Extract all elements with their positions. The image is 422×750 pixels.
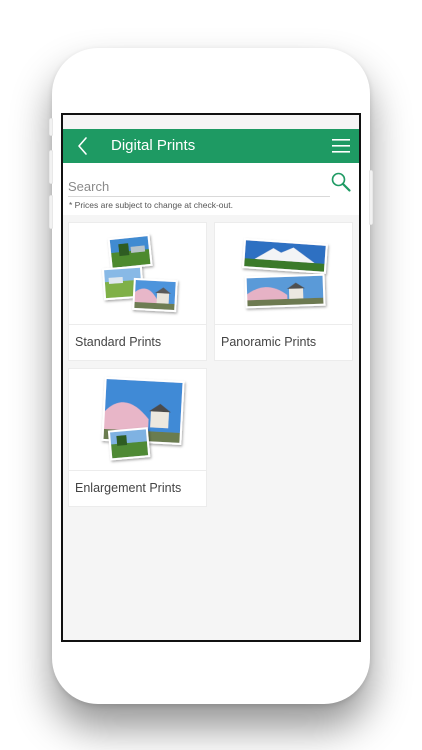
enlargement-prints-image	[101, 376, 185, 461]
app-screen: Digital Prints * Prices are subject to c…	[61, 113, 361, 642]
product-card-panoramic-prints[interactable]: Panoramic Prints	[214, 222, 353, 361]
card-divider	[215, 324, 352, 325]
phone-volume-down	[49, 195, 53, 229]
search-button[interactable]	[330, 171, 352, 193]
chevron-left-icon	[78, 137, 87, 155]
price-disclaimer: * Prices are subject to change at check-…	[69, 200, 233, 210]
product-label: Standard Prints	[75, 335, 162, 349]
panoramic-prints-image	[241, 238, 328, 309]
card-divider	[69, 470, 206, 471]
phone-power-button	[369, 170, 373, 225]
product-card-standard-prints[interactable]: Standard Prints	[68, 222, 207, 361]
card-divider	[69, 324, 206, 325]
app-header: Digital Prints	[63, 129, 359, 163]
search-input[interactable]	[68, 177, 318, 195]
page-title: Digital Prints	[111, 137, 196, 154]
phone-silent-switch	[49, 118, 53, 136]
standard-prints-image	[101, 233, 178, 313]
hamburger-menu-icon	[332, 139, 350, 153]
search-bar: * Prices are subject to change at check-…	[63, 163, 359, 215]
menu-button[interactable]	[331, 136, 351, 156]
product-label: Panoramic Prints	[221, 335, 317, 349]
product-card-enlargement-prints[interactable]: Enlargement Prints	[68, 368, 207, 507]
search-underline	[68, 196, 330, 197]
back-button[interactable]	[73, 135, 93, 157]
phone-volume-up	[49, 150, 53, 184]
product-label: Enlargement Prints	[75, 481, 182, 495]
search-icon	[331, 172, 351, 192]
